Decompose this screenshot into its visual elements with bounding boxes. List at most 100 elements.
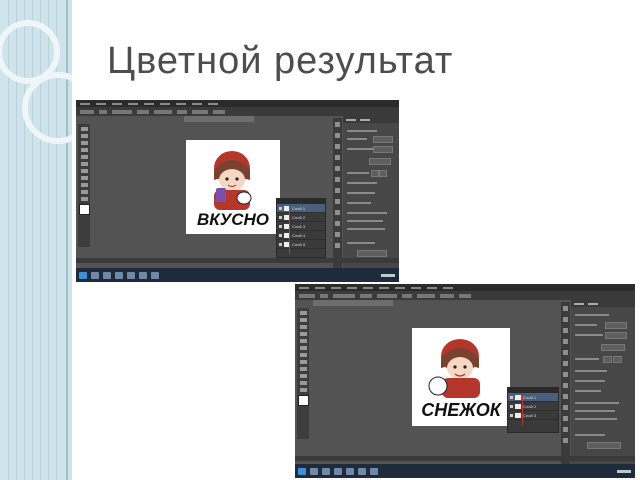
tool-icon[interactable] (80, 155, 88, 159)
eye-icon[interactable] (279, 215, 282, 219)
layers-panel[interactable]: Слой 1 Слой 2 Слой 3 (507, 387, 559, 433)
panel-icon[interactable] (563, 350, 568, 355)
tool-icon[interactable] (80, 148, 88, 152)
eye-icon[interactable] (510, 404, 513, 408)
eye-icon[interactable] (510, 395, 513, 399)
panel-icon[interactable] (335, 221, 340, 226)
tool-icon[interactable] (80, 141, 88, 145)
panel-icon[interactable] (563, 317, 568, 322)
taskbar-app-icon[interactable] (322, 467, 330, 475)
artwork-caption: СНЕЖОК (421, 400, 501, 420)
layer-row[interactable]: Слой 3 (508, 411, 558, 420)
panel-icon-strip[interactable] (333, 118, 342, 270)
taskbar-app-icon[interactable] (151, 271, 159, 279)
tools-panel[interactable] (297, 308, 309, 439)
tool-icon[interactable] (80, 127, 88, 131)
panel-icon[interactable] (563, 405, 568, 410)
panel-icon[interactable] (335, 166, 340, 171)
slide-title: Цветной результат (107, 40, 454, 82)
tool-icon[interactable] (80, 183, 88, 187)
fill-swatch-icon[interactable] (297, 395, 309, 406)
menu-bar[interactable] (295, 284, 635, 291)
properties-panel[interactable] (343, 116, 399, 268)
layer-row[interactable]: Слой 1 (508, 393, 558, 402)
panel-icon[interactable] (563, 339, 568, 344)
tools-panel[interactable] (78, 124, 90, 247)
windows-taskbar[interactable] (295, 464, 635, 478)
tool-icon[interactable] (299, 311, 307, 315)
tool-icon[interactable] (299, 318, 307, 322)
panel-icon[interactable] (563, 416, 568, 421)
tool-icon[interactable] (80, 176, 88, 180)
layers-panel[interactable]: Слой 1 Слой 2 Слой 3 Слой 4 Слой 5 (276, 198, 326, 258)
document-tab[interactable] (184, 116, 254, 122)
layer-row[interactable]: Слой 3 (277, 222, 325, 231)
panel-icon[interactable] (335, 188, 340, 193)
eye-icon[interactable] (279, 206, 282, 210)
panel-icon[interactable] (563, 383, 568, 388)
panel-icon[interactable] (335, 232, 340, 237)
panel-icon[interactable] (563, 328, 568, 333)
taskbar-app-icon[interactable] (310, 467, 318, 475)
panel-icon[interactable] (563, 427, 568, 432)
eye-icon[interactable] (510, 413, 513, 417)
panel-icon[interactable] (563, 394, 568, 399)
tool-icon[interactable] (299, 360, 307, 364)
tool-icon[interactable] (299, 388, 307, 392)
taskbar-app-icon[interactable] (370, 467, 378, 475)
taskbar-app-icon[interactable] (346, 467, 354, 475)
eye-icon[interactable] (279, 224, 282, 228)
control-bar[interactable] (295, 291, 635, 300)
layer-row[interactable]: Слой 2 (508, 402, 558, 411)
layer-row[interactable]: Слой 2 (277, 213, 325, 222)
illustrator-screenshot-2: СНЕЖОК Слой 1 Слой 2 Слой 3 (295, 284, 635, 478)
layer-row[interactable]: Слой 4 (277, 231, 325, 240)
character-illustration (214, 151, 252, 210)
panel-icon[interactable] (563, 306, 568, 311)
tool-icon[interactable] (299, 346, 307, 350)
panel-icon[interactable] (335, 199, 340, 204)
tool-icon[interactable] (299, 381, 307, 385)
eye-icon[interactable] (279, 242, 282, 246)
taskbar-app-icon[interactable] (358, 467, 366, 475)
panel-icon[interactable] (563, 372, 568, 377)
tool-icon[interactable] (299, 374, 307, 378)
windows-taskbar[interactable] (76, 268, 399, 282)
taskbar-app-icon[interactable] (115, 271, 123, 279)
control-bar[interactable] (76, 107, 399, 116)
panel-icon[interactable] (563, 438, 568, 443)
tool-icon[interactable] (299, 339, 307, 343)
tool-icon[interactable] (80, 190, 88, 194)
panel-icon-strip[interactable] (561, 302, 570, 466)
tool-icon[interactable] (80, 162, 88, 166)
panel-icon[interactable] (335, 144, 340, 149)
panel-icon[interactable] (335, 210, 340, 215)
start-icon[interactable] (298, 467, 306, 475)
fill-swatch-icon[interactable] (78, 204, 90, 215)
panel-icon[interactable] (335, 122, 340, 127)
layer-row[interactable]: Слой 1 (277, 204, 325, 213)
panel-icon[interactable] (335, 177, 340, 182)
menu-bar[interactable] (76, 100, 399, 107)
properties-panel[interactable] (571, 300, 635, 464)
eye-icon[interactable] (279, 233, 282, 237)
panel-icon[interactable] (335, 155, 340, 160)
panel-icon[interactable] (335, 133, 340, 138)
tool-icon[interactable] (299, 325, 307, 329)
tool-icon[interactable] (299, 367, 307, 371)
layer-row[interactable]: Слой 5 (277, 240, 325, 249)
tool-icon[interactable] (80, 134, 88, 138)
taskbar-app-icon[interactable] (334, 467, 342, 475)
tool-icon[interactable] (80, 197, 88, 201)
taskbar-app-icon[interactable] (91, 271, 99, 279)
taskbar-app-icon[interactable] (127, 271, 135, 279)
taskbar-app-icon[interactable] (103, 271, 111, 279)
tool-icon[interactable] (299, 353, 307, 357)
panel-icon[interactable] (563, 361, 568, 366)
panel-icon[interactable] (335, 243, 340, 248)
tool-icon[interactable] (299, 332, 307, 336)
start-icon[interactable] (79, 271, 87, 279)
document-tab[interactable] (313, 300, 393, 306)
tool-icon[interactable] (80, 169, 88, 173)
taskbar-app-icon[interactable] (139, 271, 147, 279)
